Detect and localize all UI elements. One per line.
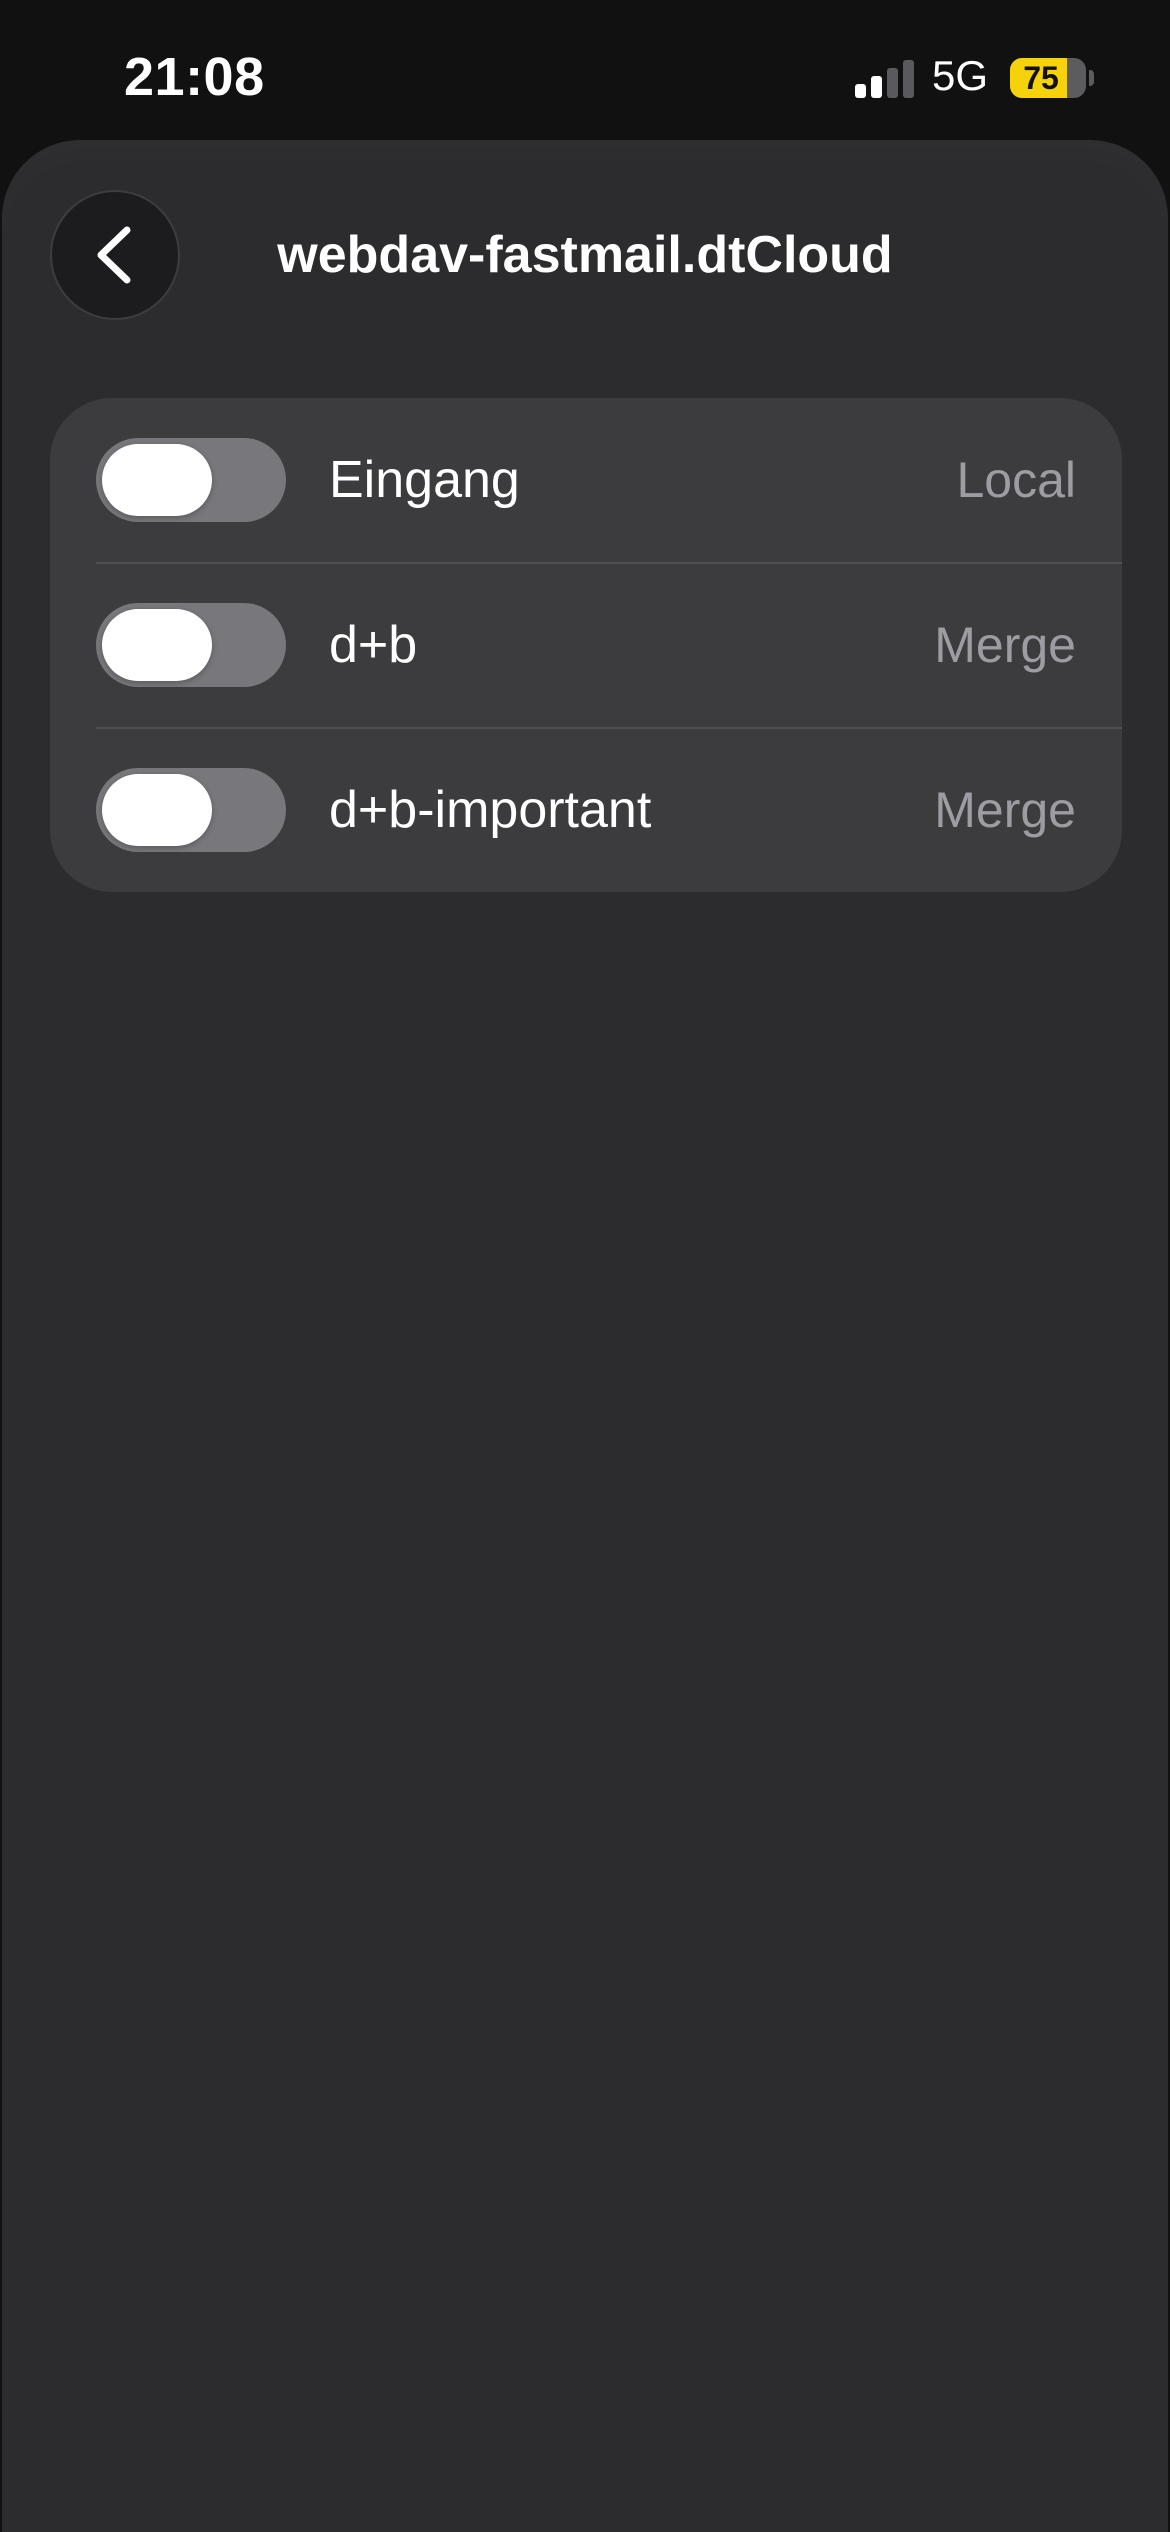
screen: 21:08 5G 75 webdav-fastmail.dtCloud Eing… — [0, 0, 1170, 2532]
sync-settings-sheet: webdav-fastmail.dtCloud Eingang Local d+… — [2, 140, 1168, 2532]
network-type: 5G — [932, 52, 989, 99]
mailbox-toggle[interactable] — [96, 603, 286, 687]
mailbox-name: Eingang — [329, 451, 520, 509]
list-item: d+b Merge — [50, 563, 1122, 727]
sync-mode[interactable]: Merge — [934, 563, 1076, 727]
mailbox-toggle[interactable] — [96, 768, 286, 852]
mailbox-toggle[interactable] — [96, 438, 286, 522]
toggle-knob — [102, 774, 212, 846]
back-button[interactable] — [50, 190, 180, 320]
battery-cap — [1089, 70, 1094, 86]
cellular-signal-icon — [855, 58, 915, 98]
list-item: Eingang Local — [50, 398, 1122, 562]
page-title: webdav-fastmail.dtCloud — [277, 226, 893, 284]
toggle-knob — [102, 609, 212, 681]
sync-mode[interactable]: Local — [956, 398, 1076, 562]
sync-mode[interactable]: Merge — [934, 728, 1076, 892]
mailbox-name: d+b — [329, 616, 418, 674]
status-time: 21:08 — [124, 47, 265, 107]
battery-icon: 75 — [1010, 58, 1086, 98]
battery-level: 75 — [1023, 60, 1059, 96]
chevron-left-icon — [97, 226, 131, 284]
mailbox-list: Eingang Local d+b Merge d+b-important Me… — [50, 398, 1122, 892]
toggle-knob — [102, 444, 212, 516]
status-bar: 21:08 5G 75 — [0, 0, 1170, 140]
mailbox-name: d+b-important — [329, 781, 652, 839]
list-item: d+b-important Merge — [50, 728, 1122, 892]
